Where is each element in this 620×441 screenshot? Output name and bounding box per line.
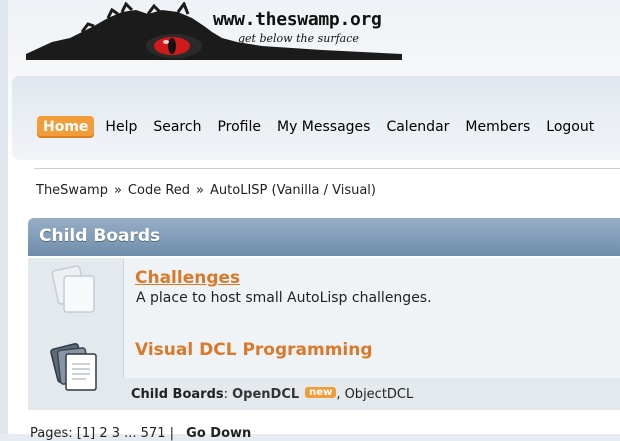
menu-item-help[interactable]: Help bbox=[105, 119, 137, 135]
menu-item-home[interactable]: Home bbox=[37, 116, 95, 138]
breadcrumb-separator: » bbox=[113, 183, 122, 198]
board-link-visual-dcl[interactable]: Visual DCL Programming bbox=[135, 340, 373, 360]
divider bbox=[34, 168, 620, 169]
child-board-link-opendcl[interactable]: OpenDCL bbox=[232, 387, 299, 402]
menu-item-members[interactable]: Members bbox=[465, 119, 530, 135]
menu-item-search[interactable]: Search bbox=[153, 119, 201, 135]
menu-item-calendar[interactable]: Calendar bbox=[386, 119, 449, 135]
breadcrumb-separator: » bbox=[196, 183, 205, 198]
new-badge: new bbox=[305, 387, 337, 398]
menu-item-logout[interactable]: Logout bbox=[546, 119, 594, 135]
logo-url-text: www.theswamp.org bbox=[213, 9, 382, 30]
child-boards-title: Child Boards bbox=[39, 226, 161, 246]
menu-item-profile[interactable]: Profile bbox=[217, 119, 261, 135]
child-boards-header: Child Boards bbox=[28, 218, 620, 256]
breadcrumb-link-autolisp[interactable]: AutoLISP (Vanilla / Visual) bbox=[210, 183, 376, 198]
child-boards-list: Child Boards: OpenDCL new, ObjectDCL bbox=[131, 387, 414, 402]
child-board-link-objectdcl[interactable]: ObjectDCL bbox=[345, 387, 414, 402]
breadcrumb-link-theswamp[interactable]: TheSwamp bbox=[36, 183, 108, 198]
breadcrumb: TheSwamp » Code Red » AutoLISP (Vanilla / Vi… bbox=[36, 183, 376, 198]
board-new-posts-icon bbox=[50, 340, 100, 392]
menu-item-my-messages[interactable]: My Messages bbox=[277, 119, 370, 135]
main-menu: Home Help Search Profile My Messages Cal… bbox=[37, 116, 610, 138]
logo-tagline: get below the surface bbox=[238, 32, 359, 45]
board-description: A place to host small AutoLisp challenge… bbox=[136, 290, 432, 306]
breadcrumb-link-code-red[interactable]: Code Red bbox=[128, 183, 190, 198]
child-boards-label: Child Boards bbox=[131, 387, 224, 402]
board-link-challenges[interactable]: Challenges bbox=[135, 268, 240, 288]
board-no-new-posts-icon bbox=[50, 264, 100, 314]
